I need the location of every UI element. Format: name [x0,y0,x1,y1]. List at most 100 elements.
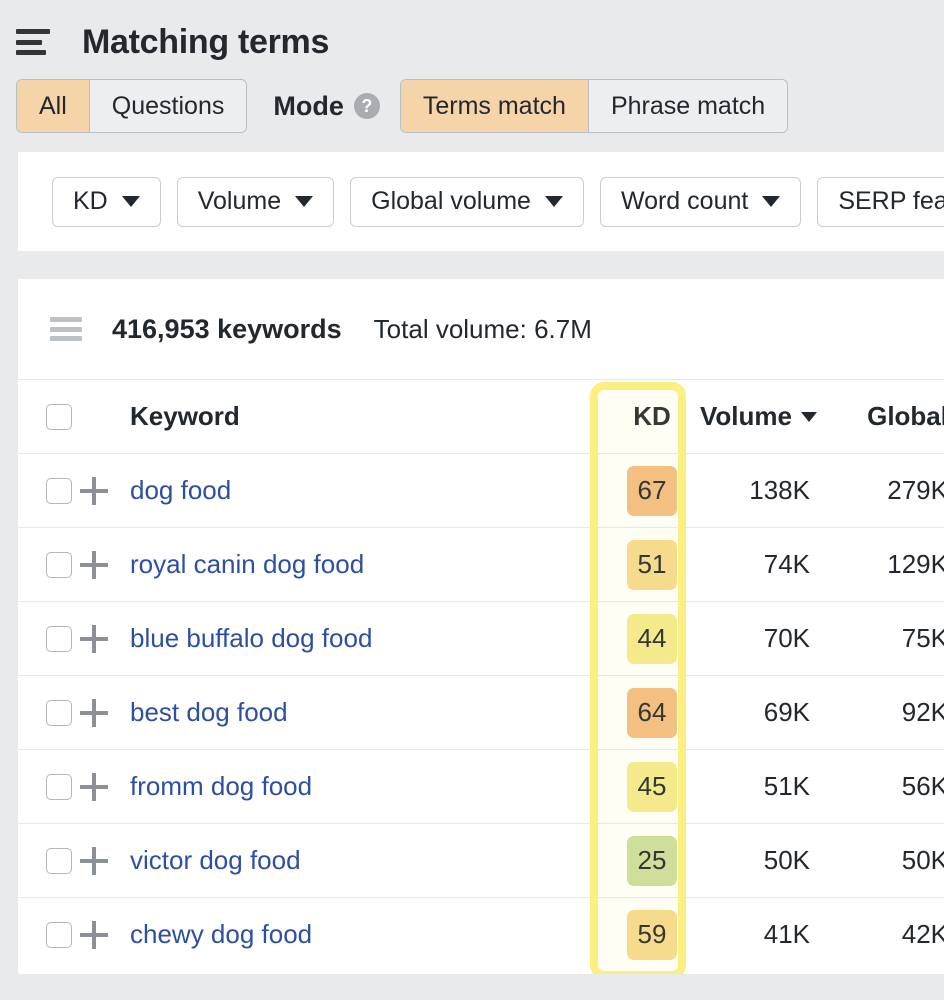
keyword-cell: royal canin dog food [126,528,604,602]
kd-badge: 44 [627,614,677,664]
list-icon[interactable] [50,317,82,341]
tab-questions[interactable]: Questions [90,80,247,132]
tab-phrase-match[interactable]: Phrase match [589,80,787,132]
filters-bar: KD Volume Global volume Word count SERP … [18,152,944,251]
plus-icon[interactable] [80,551,108,579]
filter-word-count[interactable]: Word count [600,177,801,227]
global-volume-cell: 92K [824,676,944,750]
column-header-global[interactable]: Global [824,380,944,454]
keyword-link[interactable]: dog food [126,475,231,505]
row-checkbox[interactable] [46,922,72,948]
volume-cell: 70K [700,602,824,676]
tab-all[interactable]: All [17,80,90,132]
filter-serp-features-label: SERP features [838,187,944,216]
row-select-cell [18,602,80,676]
filter-kd-label: KD [73,187,108,216]
keyword-count: 416,953 keywords [112,314,342,345]
keyword-cell: victor dog food [126,824,604,898]
list-line [50,336,82,341]
kd-cell: 51 [604,528,700,602]
row-checkbox[interactable] [46,626,72,652]
filter-serp-features[interactable]: SERP features [817,177,944,227]
row-checkbox[interactable] [46,700,72,726]
kd-badge: 67 [627,466,677,516]
row-expand-cell [80,454,126,528]
column-header-volume[interactable]: Volume [700,380,824,454]
plus-icon[interactable] [80,699,108,727]
page-header: Matching terms [0,0,944,62]
chevron-down-icon [545,196,563,207]
global-volume-cell: 42K [824,898,944,972]
hamburger-icon[interactable] [16,29,50,55]
global-volume-cell: 50K [824,824,944,898]
filter-global-volume-label: Global volume [371,187,531,216]
tab-terms-match[interactable]: Terms match [401,80,589,132]
keyword-link[interactable]: fromm dog food [126,771,312,801]
keyword-link[interactable]: royal canin dog food [126,549,364,579]
keyword-cell: chewy dog food [126,898,604,972]
plus-icon[interactable] [80,477,108,505]
list-line [50,327,82,332]
volume-cell: 138K [700,454,824,528]
toolbar: All Questions Mode ? Terms match Phrase … [0,62,944,138]
plus-icon[interactable] [80,625,108,653]
column-header-keyword[interactable]: Keyword [126,380,604,454]
keyword-link[interactable]: victor dog food [126,845,301,875]
table-row: blue buffalo dog food 44 70K75K [18,602,944,676]
volume-cell: 50K [700,824,824,898]
volume-cell: 69K [700,676,824,750]
select-all-checkbox[interactable] [46,404,72,430]
plus-icon[interactable] [80,847,108,875]
kd-badge: 25 [627,836,677,886]
kd-cell: 64 [604,676,700,750]
kd-badge: 64 [627,688,677,738]
select-all-cell [18,380,80,454]
row-select-cell [18,454,80,528]
kd-cell: 44 [604,602,700,676]
expand-header-cell [80,380,126,454]
filter-volume[interactable]: Volume [177,177,334,227]
row-select-cell [18,898,80,972]
chevron-down-icon [295,196,313,207]
row-select-cell [18,750,80,824]
kd-cell: 67 [604,454,700,528]
volume-cell: 51K [700,750,824,824]
filter-word-count-label: Word count [621,187,748,216]
kd-badge: 51 [627,540,677,590]
chevron-down-icon [762,196,780,207]
keyword-link[interactable]: blue buffalo dog food [126,623,372,653]
row-checkbox[interactable] [46,848,72,874]
hamburger-line [16,50,46,55]
keyword-link[interactable]: chewy dog food [126,919,312,949]
keyword-link[interactable]: best dog food [126,697,288,727]
table-header-row: Keyword KD Volume Global [18,380,944,454]
question-mark-icon[interactable]: ? [354,93,380,119]
filter-kd[interactable]: KD [52,177,161,227]
filter-volume-label: Volume [198,187,281,216]
filter-global-volume[interactable]: Global volume [350,177,584,227]
table-body: dog food67138K279Kroyal canin dog food51… [18,454,944,972]
global-volume-cell: 75K [824,602,944,676]
volume-cell: 41K [700,898,824,972]
row-checkbox[interactable] [46,478,72,504]
row-checkbox[interactable] [46,552,72,578]
row-expand-cell [80,676,126,750]
table-row: fromm dog food4551K56K [18,750,944,824]
hamburger-line [16,29,50,34]
total-volume: Total volume: 6.7M [374,314,592,345]
kd-badge: 59 [627,910,677,960]
match-mode-tabs: Terms match Phrase match [400,79,788,133]
row-expand-cell [80,750,126,824]
table-summary: 416,953 keywords Total volume: 6.7M [18,279,944,379]
keywords-table: Keyword KD Volume Global dog food 67 138K 2… [18,379,944,972]
table-row: chewy dog food 59 41K42K [18,898,944,972]
column-header-kd[interactable]: KD [604,380,700,454]
plus-icon[interactable] [80,921,108,949]
keyword-cell: fromm dog food [126,750,604,824]
row-checkbox[interactable] [46,774,72,800]
list-line [50,317,82,322]
kd-badge: 45 [627,762,677,812]
plus-icon[interactable] [80,773,108,801]
hamburger-line [16,40,42,45]
kd-cell: 45 [604,750,700,824]
